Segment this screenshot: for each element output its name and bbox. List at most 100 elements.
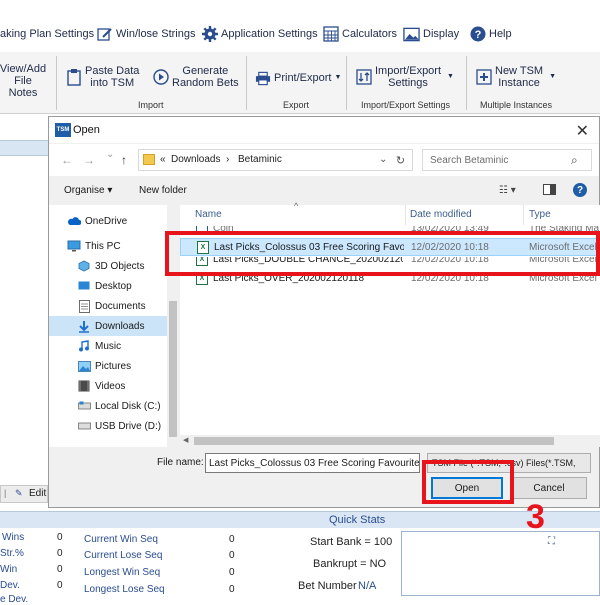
tree-item-this-pc[interactable]: This PC — [49, 236, 167, 256]
scrollbar-thumb[interactable] — [169, 301, 177, 437]
tree-label: Documents — [95, 300, 146, 312]
tree-item-documents[interactable]: Documents — [49, 296, 167, 316]
change-view-button[interactable]: ☷ ▾ — [499, 185, 516, 196]
file-name-value: Last Picks_Colossus 03 Free Scoring Favo… — [209, 458, 420, 469]
tree-item-music[interactable]: Music — [49, 336, 167, 356]
menu-calculators[interactable]: Calculators — [322, 25, 397, 43]
tree-item-videos[interactable]: Videos — [49, 376, 167, 396]
3d-objects-icon — [77, 260, 91, 272]
address-bar[interactable]: « Downloads › Betaminic ⌄ — [138, 149, 411, 171]
breadcrumb-overflow[interactable]: « — [160, 154, 166, 165]
file-list-horizontal-scrollbar[interactable]: ◀ — [180, 435, 600, 447]
expand-icon[interactable]: ⛶ — [548, 536, 555, 547]
back-button[interactable]: ← — [61, 153, 73, 167]
print-export-button[interactable]: Print/Export ▼ — [255, 70, 341, 86]
group-label-multiple-instances: Multiple Instances — [480, 100, 553, 110]
menu-display[interactable]: Display — [403, 25, 459, 43]
search-box[interactable]: Search Betaminic ⌕ — [422, 149, 592, 171]
new-folder-button[interactable]: New folder — [139, 185, 187, 196]
pictures-icon — [77, 360, 91, 372]
ribbon-label: Print/Export — [274, 72, 332, 84]
desktop-icon — [77, 280, 91, 292]
annotation-highlight-open-button — [422, 460, 514, 504]
up-folder-button[interactable]: ↑ — [121, 153, 127, 167]
recent-locations-chevron-icon[interactable]: ⌄ — [106, 149, 114, 160]
ribbon-label: Random Bets — [172, 77, 239, 89]
scroll-left-icon[interactable]: ◀ — [183, 436, 188, 444]
ribbon-divider — [466, 56, 467, 110]
tree-item-downloads[interactable]: Downloads — [49, 316, 167, 336]
menu-help[interactable]: ? Help — [469, 25, 512, 43]
stat-label: Longest Win Seq — [84, 567, 161, 578]
column-header-type[interactable]: Type — [529, 209, 551, 220]
forward-button[interactable]: → — [83, 153, 95, 167]
tree-label: Local Disk (C:) — [95, 400, 161, 412]
documents-icon — [77, 299, 91, 313]
folder-icon — [143, 154, 155, 165]
address-dropdown-icon[interactable]: ⌄ — [379, 154, 387, 165]
edit-icon — [96, 26, 113, 42]
cancel-button[interactable]: Cancel — [511, 477, 587, 499]
tree-item-local-disk-c[interactable]: Local Disk (C:) — [49, 396, 167, 416]
annotation-highlight-file — [165, 231, 600, 276]
refresh-button[interactable]: ↻ — [389, 149, 413, 171]
help-icon: ? — [469, 26, 486, 42]
stat-value: 0 — [229, 534, 235, 545]
bet-number-label: Bet Number — [298, 580, 357, 592]
tree-label: Videos — [95, 380, 126, 392]
organise-button[interactable]: Organise ▾ — [64, 185, 112, 196]
annotation-step-number: 3 — [526, 498, 545, 536]
breadcrumb-downloads[interactable]: Downloads — [171, 154, 220, 165]
column-header-name[interactable]: Name — [195, 209, 222, 220]
menu-staking-plan-settings[interactable]: aking Plan Settings — [0, 25, 94, 43]
close-button[interactable]: ✕ — [576, 121, 589, 141]
generate-random-bets-button[interactable]: Generate Random Bets — [153, 65, 239, 89]
disk-icon — [77, 400, 91, 412]
music-icon — [77, 340, 91, 352]
stat-label: Win — [0, 564, 18, 575]
import-export-settings-button[interactable]: Import/Export Settings ▼ — [356, 65, 454, 89]
navigation-pane: OneDrive This PC 3D Objects Desktop Docu… — [49, 205, 179, 447]
image-icon — [403, 26, 420, 42]
new-tsm-instance-button[interactable]: New TSM Instance ▼ — [476, 65, 556, 89]
add-instance-icon — [476, 69, 492, 85]
menu-label: Calculators — [342, 28, 398, 40]
breadcrumb-separator[interactable]: › — [226, 154, 229, 165]
tree-item-3d-objects[interactable]: 3D Objects — [49, 256, 167, 276]
gear-icon — [201, 26, 218, 42]
chevron-down-icon: ▼ — [334, 74, 342, 81]
printer-icon — [255, 70, 271, 86]
stats-box: ⛶ — [401, 531, 600, 596]
scrollbar-thumb[interactable] — [194, 437, 554, 445]
ribbon-label: Settings — [388, 77, 428, 89]
bet-number-value: N/A — [358, 580, 377, 592]
paste-data-button[interactable]: Paste Data into TSM — [66, 65, 139, 89]
breadcrumb-betaminic[interactable]: Betaminic — [238, 154, 282, 165]
sort-ascending-icon: ^ — [294, 201, 299, 211]
dialog-title: Open — [73, 124, 100, 136]
downloads-icon — [77, 320, 91, 333]
preview-pane-icon[interactable] — [543, 184, 556, 195]
column-header-date-modified[interactable]: Date modified — [410, 209, 472, 220]
tree-item-usb-drive-d[interactable]: USB Drive (D:) — [49, 416, 167, 436]
dialog-toolbar: Organise ▾ New folder ☷ ▾ ? — [49, 177, 599, 204]
menu-win-lose-strings[interactable]: Win/lose Strings — [96, 25, 195, 43]
ribbon-divider — [346, 56, 347, 110]
edit-button[interactable]: | ✎ Edit — [0, 485, 48, 503]
chevron-down-icon: ▼ — [549, 73, 557, 80]
menu-label: Help — [489, 28, 512, 40]
stat-value: 0 — [229, 567, 235, 578]
help-button[interactable]: ? — [573, 183, 587, 197]
tree-item-onedrive[interactable]: OneDrive — [49, 211, 167, 231]
view-add-file-notes-button[interactable]: View/Add File Notes — [0, 63, 46, 99]
tree-item-desktop[interactable]: Desktop — [49, 276, 167, 296]
column-divider — [405, 205, 406, 225]
edit-icon: ✎ — [15, 488, 23, 498]
tree-item-pictures[interactable]: Pictures — [49, 356, 167, 376]
quick-stats-bar: Quick Stats — [0, 511, 600, 528]
file-name-input[interactable]: Last Picks_Colossus 03 Free Scoring Favo… — [205, 453, 420, 473]
group-label-export: Export — [283, 100, 310, 110]
stat-label: Dev. — [0, 580, 20, 591]
menu-application-settings[interactable]: Application Settings — [201, 25, 318, 43]
menu-label: aking Plan Settings — [0, 28, 95, 40]
